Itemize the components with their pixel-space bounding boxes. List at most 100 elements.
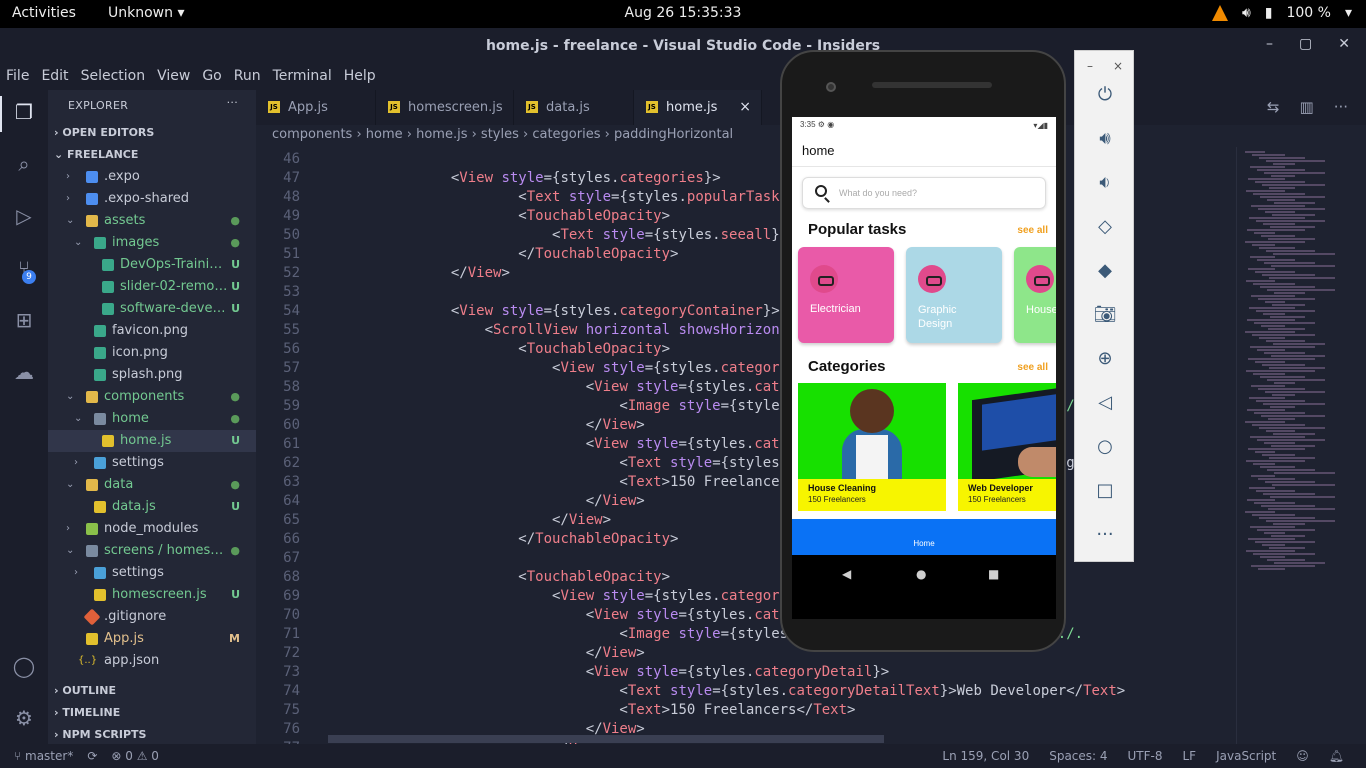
emulator-close-button[interactable]: × bbox=[1113, 59, 1123, 73]
tree-item-software-image[interactable]: software-devel... U bbox=[48, 298, 256, 320]
home-icon[interactable]: ● bbox=[916, 567, 926, 581]
notifications-icon[interactable]: 🔔︎ bbox=[1329, 749, 1344, 763]
feedback-icon[interactable]: ☺ bbox=[1296, 749, 1309, 763]
menu-file[interactable]: File bbox=[6, 68, 29, 90]
menu-run[interactable]: Run bbox=[234, 68, 261, 90]
compare-changes-icon[interactable]: ⇆ bbox=[1267, 98, 1280, 116]
back-icon[interactable]: ◁ bbox=[1093, 391, 1117, 415]
menu-go[interactable]: Go bbox=[202, 68, 221, 90]
popular-see-all-link[interactable]: see all bbox=[1017, 225, 1048, 236]
tree-item-components[interactable]: ⌄ components ● bbox=[48, 386, 256, 408]
timeline-section[interactable]: › TIMELINE bbox=[48, 702, 256, 724]
tab-data-js[interactable]: JS data.js bbox=[514, 90, 634, 125]
menu-selection[interactable]: Selection bbox=[81, 68, 146, 90]
tree-item-app-js[interactable]: App.js M bbox=[48, 628, 256, 650]
device-screen[interactable]: 3:35 ⚙ ◉ ▾◢▮ home What do you need? Popu… bbox=[792, 117, 1056, 619]
search-icon[interactable]: ⌕ bbox=[12, 152, 36, 176]
open-editors-section[interactable]: › OPEN EDITORS bbox=[48, 122, 256, 144]
task-card-electrician[interactable]: Electrician bbox=[798, 247, 894, 343]
code-line[interactable]: 75 <Text>150 Freelancers</Text> bbox=[256, 702, 1236, 721]
code-line[interactable]: 69 <View style={styles.categoryCard}> bbox=[256, 588, 1236, 607]
tree-item-devops-image[interactable]: DevOps-Trainin... U bbox=[48, 254, 256, 276]
emulator-minimize-button[interactable]: – bbox=[1087, 59, 1093, 73]
overview-icon[interactable]: ■ bbox=[988, 567, 999, 581]
home-icon[interactable]: ○ bbox=[1093, 435, 1117, 459]
menu-help[interactable]: Help bbox=[344, 68, 376, 90]
tab-home[interactable]: Home bbox=[913, 539, 934, 548]
project-section[interactable]: ⌄ FREELANCE bbox=[48, 144, 256, 166]
explorer-icon[interactable]: ❐ bbox=[12, 100, 36, 124]
cursor-position[interactable]: Ln 159, Col 30 bbox=[942, 749, 1029, 763]
vlc-tray-icon[interactable] bbox=[1211, 5, 1228, 21]
tree-item-settings[interactable]: › settings bbox=[48, 452, 256, 474]
problems-indicator[interactable]: ⊗ 0 ⚠ 0 bbox=[111, 749, 159, 763]
minimize-icon[interactable]: – bbox=[1266, 36, 1273, 52]
code-line[interactable]: 73 <View style={styles.categoryDetail}> bbox=[256, 664, 1236, 683]
tab-app-js[interactable]: JS App.js bbox=[256, 90, 376, 125]
tree-item-expo-shared[interactable]: › .expo-shared bbox=[48, 188, 256, 210]
more-actions-icon[interactable]: ··· bbox=[1334, 98, 1348, 116]
code-line[interactable]: 70 <View style={styles.categoryImage}> bbox=[256, 607, 1236, 626]
tree-item-screens[interactable]: ⌄ screens / homesc... ● bbox=[48, 540, 256, 562]
tree-item-assets[interactable]: ⌄ assets ● bbox=[48, 210, 256, 232]
outline-section[interactable]: › OUTLINE bbox=[48, 680, 256, 702]
battery-icon[interactable]: ▮ bbox=[1265, 5, 1273, 21]
settings-gear-icon[interactable]: ⚙ bbox=[12, 706, 36, 730]
battery-level[interactable]: 100 % bbox=[1286, 5, 1330, 21]
tree-item-data-js[interactable]: data.js U bbox=[48, 496, 256, 518]
horizontal-scrollbar[interactable] bbox=[328, 735, 884, 743]
tree-item-homescreen-js[interactable]: homescreen.js U bbox=[48, 584, 256, 606]
npm-scripts-section[interactable]: › NPM SCRIPTS bbox=[48, 724, 256, 746]
indentation[interactable]: Spaces: 4 bbox=[1049, 749, 1107, 763]
tree-item-home-js[interactable]: home.js U bbox=[48, 430, 256, 452]
more-options-icon[interactable]: ··· bbox=[1093, 523, 1117, 547]
tab-home-js[interactable]: JS home.js × bbox=[634, 90, 762, 125]
split-editor-icon[interactable]: ▥ bbox=[1300, 98, 1314, 116]
tree-item-node-modules[interactable]: › node_modules bbox=[48, 518, 256, 540]
git-branch[interactable]: ⑂ master* bbox=[14, 749, 73, 763]
task-card-graphic-design[interactable]: Graphic Design bbox=[906, 247, 1002, 343]
volume-icon[interactable]: 🔊︎ bbox=[1242, 5, 1251, 21]
tree-item-gitignore[interactable]: .gitignore bbox=[48, 606, 256, 628]
docker-icon[interactable]: ☁ bbox=[12, 360, 36, 384]
clock[interactable]: Aug 26 15:35:33 bbox=[625, 5, 742, 21]
rotate-left-icon[interactable]: ◇ bbox=[1093, 215, 1117, 239]
bottom-tab-bar[interactable]: Home bbox=[792, 519, 1056, 555]
tree-item-splash[interactable]: splash.png bbox=[48, 364, 256, 386]
overview-icon[interactable]: □ bbox=[1093, 479, 1117, 503]
code-line[interactable]: 71 <Image style={styles.categoryImg} sou… bbox=[256, 626, 1236, 645]
volume-down-icon[interactable]: 🔉︎ bbox=[1093, 171, 1117, 195]
tab-homescreen-js[interactable]: JS homescreen.js bbox=[376, 90, 514, 125]
minimap[interactable] bbox=[1236, 147, 1366, 744]
search-input[interactable]: What do you need? bbox=[802, 177, 1046, 209]
maximize-icon[interactable]: ▢ bbox=[1299, 36, 1312, 52]
categories-see-all-link[interactable]: see all bbox=[1017, 362, 1048, 373]
screenshot-icon[interactable]: 📷︎ bbox=[1093, 303, 1117, 327]
menu-edit[interactable]: Edit bbox=[41, 68, 68, 90]
power-icon[interactable]: ⏻ bbox=[1093, 83, 1117, 107]
tree-item-slider-image[interactable]: slider-02-remov... U bbox=[48, 276, 256, 298]
zoom-icon[interactable]: ⊕ bbox=[1093, 347, 1117, 371]
account-icon[interactable]: ◯ bbox=[12, 654, 36, 678]
language-mode[interactable]: JavaScript bbox=[1216, 749, 1276, 763]
rotate-right-icon[interactable]: ◆ bbox=[1093, 259, 1117, 283]
menu-terminal[interactable]: Terminal bbox=[273, 68, 332, 90]
back-icon[interactable]: ◀ bbox=[842, 567, 851, 581]
tree-item-expo[interactable]: › .expo bbox=[48, 166, 256, 188]
category-card-house-cleaning[interactable]: House Cleaning 150 Freelancers bbox=[798, 383, 946, 511]
tree-item-images[interactable]: ⌄ images ● bbox=[48, 232, 256, 254]
tree-item-screens-settings[interactable]: › settings bbox=[48, 562, 256, 584]
code-line[interactable]: 74 <Text style={styles.categoryDetailTex… bbox=[256, 683, 1236, 702]
close-tab-icon[interactable]: × bbox=[739, 99, 751, 115]
category-card-web-developer[interactable]: Web Developer 150 Freelancers bbox=[958, 383, 1056, 511]
extensions-icon[interactable]: ⊞ bbox=[12, 308, 36, 332]
task-card-house-keep[interactable]: House Keep bbox=[1014, 247, 1056, 343]
code-line[interactable]: 68 <TouchableOpacity> bbox=[256, 569, 1236, 588]
activities-button[interactable]: Activities bbox=[12, 5, 76, 21]
tree-item-app-json[interactable]: {..} app.json bbox=[48, 650, 256, 672]
line-ending[interactable]: LF bbox=[1183, 749, 1197, 763]
encoding[interactable]: UTF-8 bbox=[1128, 749, 1163, 763]
menu-view[interactable]: View bbox=[157, 68, 190, 90]
app-menu[interactable]: Unknown ▾ bbox=[108, 5, 184, 21]
code-line[interactable]: 72 </View> bbox=[256, 645, 1236, 664]
